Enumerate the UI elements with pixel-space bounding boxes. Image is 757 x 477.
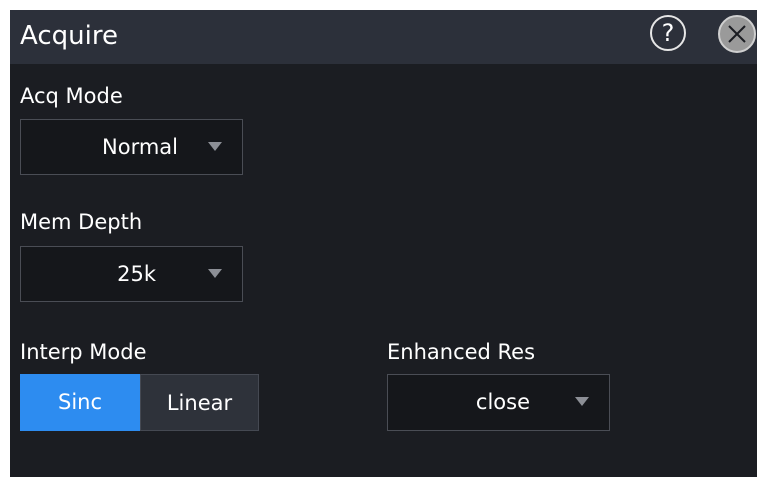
- dialog-title: Acquire: [20, 21, 118, 51]
- chevron-down-icon: [208, 269, 222, 278]
- chevron-down-icon: [575, 397, 589, 406]
- close-icon: [728, 25, 746, 43]
- acq-mode-value: Normal: [102, 135, 178, 159]
- enhanced-res-dropdown[interactable]: close: [387, 374, 610, 431]
- mem-depth-label: Mem Depth: [20, 210, 143, 234]
- interp-mode-label: Interp Mode: [20, 340, 147, 364]
- mem-depth-value: 25k: [117, 262, 156, 286]
- acq-mode-dropdown[interactable]: Normal: [20, 119, 243, 175]
- help-button[interactable]: ?: [650, 15, 686, 51]
- close-button[interactable]: [718, 15, 756, 53]
- acquire-dialog: Acquire ? Acq Mode Normal Mem Depth 25k …: [10, 10, 757, 477]
- enhanced-res-value: close: [475, 390, 530, 414]
- interp-sinc-button[interactable]: Sinc: [20, 374, 140, 431]
- mem-depth-dropdown[interactable]: 25k: [20, 246, 243, 302]
- acq-mode-label: Acq Mode: [20, 84, 123, 108]
- title-bar: Acquire ?: [10, 10, 757, 64]
- help-icon: ?: [661, 19, 675, 47]
- interp-linear-button[interactable]: Linear: [140, 374, 259, 431]
- enhanced-res-label: Enhanced Res: [387, 340, 536, 364]
- chevron-down-icon: [208, 142, 222, 151]
